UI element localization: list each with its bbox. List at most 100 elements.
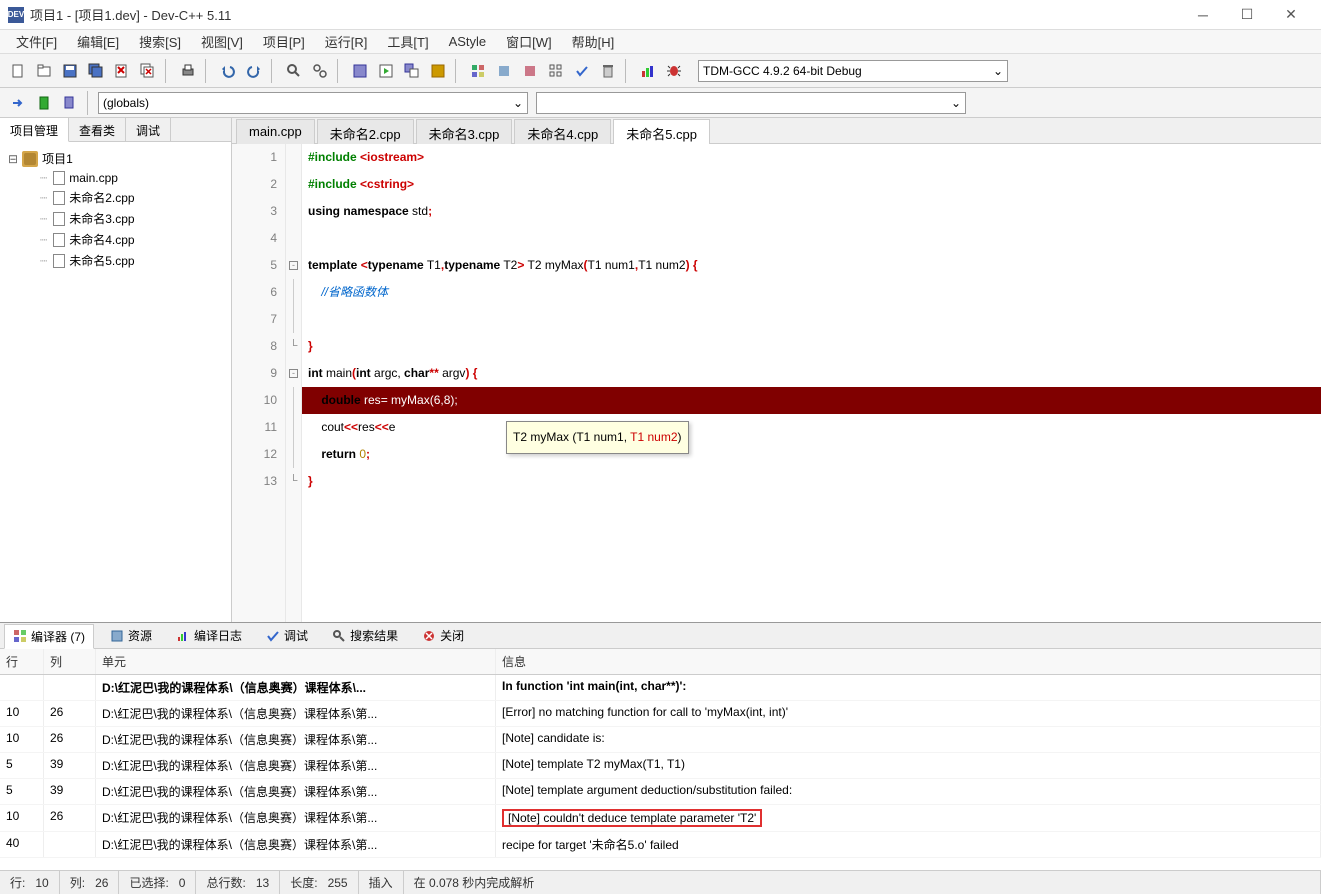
tab-debug[interactable]: 调试 xyxy=(126,118,171,141)
run-button[interactable] xyxy=(374,59,398,83)
check-button[interactable] xyxy=(570,59,594,83)
project-tree: ⊟ 项目1 ┈main.cpp ┈未命名2.cpp ┈未命名3.cpp ┈未命名… xyxy=(0,142,231,277)
chevron-down-icon: ⌄ xyxy=(513,96,523,110)
tab-debug-panel[interactable]: 调试 xyxy=(258,624,316,647)
compile-run-button[interactable] xyxy=(400,59,424,83)
file-icon xyxy=(53,212,65,226)
replace-button[interactable] xyxy=(308,59,332,83)
message-row[interactable]: 539D:\红泥巴\我的课程体系\（信息奥赛）课程体系\第...[Note] t… xyxy=(0,753,1321,779)
menu-window[interactable]: 窗口[W] xyxy=(496,29,562,54)
status-length: 长度: 255 xyxy=(280,871,358,894)
grid-button[interactable] xyxy=(544,59,568,83)
status-parse: 在 0.078 秒内完成解析 xyxy=(404,871,1321,894)
rebuild-button[interactable] xyxy=(426,59,450,83)
menu-project[interactable]: 项目[P] xyxy=(253,29,315,54)
save-button[interactable] xyxy=(58,59,82,83)
status-line: 行: 10 xyxy=(0,871,60,894)
debug-button[interactable] xyxy=(466,59,490,83)
close-file-button[interactable] xyxy=(110,59,134,83)
tree-file[interactable]: ┈未命名3.cpp xyxy=(4,208,227,229)
file-icon xyxy=(53,233,65,247)
tab-search-results[interactable]: 搜索结果 xyxy=(324,624,406,647)
print-button[interactable] xyxy=(176,59,200,83)
tree-file[interactable]: ┈未命名2.cpp xyxy=(4,187,227,208)
message-row[interactable]: 40D:\红泥巴\我的课程体系\（信息奥赛）课程体系\第...recipe fo… xyxy=(0,832,1321,858)
member-select[interactable]: ⌄ xyxy=(536,92,966,114)
file-tab[interactable]: 未命名2.cpp xyxy=(317,119,414,144)
line-gutter: 1234 5678 910✖ 111213 xyxy=(232,144,286,622)
message-row[interactable]: 1026D:\红泥巴\我的课程体系\（信息奥赛）课程体系\第...[Error]… xyxy=(0,701,1321,727)
code-content[interactable]: #include <iostream> #include <cstring> u… xyxy=(302,144,1321,622)
status-total-lines: 总行数: 13 xyxy=(196,871,280,894)
scope-select-value: (globals) xyxy=(103,96,149,110)
main-area: 项目管理 查看类 调试 ⊟ 项目1 ┈main.cpp ┈未命名2.cpp ┈未… xyxy=(0,118,1321,622)
new-project-button[interactable] xyxy=(32,59,56,83)
toolbar-main: TDM-GCC 4.9.2 64-bit Debug ⌄ xyxy=(0,54,1321,88)
compile-button[interactable] xyxy=(348,59,372,83)
tab-project-manager[interactable]: 项目管理 xyxy=(0,118,69,142)
param-tooltip: T2 myMax (T1 num1, T1 num2) xyxy=(506,421,689,454)
window-title: 项目1 - [项目1.dev] - Dev-C++ 5.11 xyxy=(30,5,1181,24)
message-row[interactable]: D:\红泥巴\我的课程体系\（信息奥赛）课程体系\...In function … xyxy=(0,675,1321,701)
redo-button[interactable] xyxy=(242,59,266,83)
menu-tools[interactable]: 工具[T] xyxy=(377,29,438,54)
tab-class-browser[interactable]: 查看类 xyxy=(69,118,126,141)
tab-resources[interactable]: 资源 xyxy=(102,624,160,647)
bookmark-button[interactable] xyxy=(32,91,56,115)
menu-help[interactable]: 帮助[H] xyxy=(562,29,625,54)
toolbar-scope: (globals) ⌄ ⌄ xyxy=(0,88,1321,118)
stop-debug-button[interactable] xyxy=(492,59,516,83)
status-col: 列: 26 xyxy=(60,871,120,894)
compiler-select[interactable]: TDM-GCC 4.9.2 64-bit Debug ⌄ xyxy=(698,60,1008,82)
profile-button[interactable] xyxy=(518,59,542,83)
file-tab[interactable]: 未命名3.cpp xyxy=(416,119,513,144)
bug-button[interactable] xyxy=(662,59,686,83)
tab-compiler[interactable]: 编译器 (7) xyxy=(4,624,94,649)
tab-close[interactable]: 关闭 xyxy=(414,624,472,647)
tree-file[interactable]: ┈未命名4.cpp xyxy=(4,229,227,250)
maximize-button[interactable]: ☐ xyxy=(1225,0,1269,30)
compiler-select-value: TDM-GCC 4.9.2 64-bit Debug xyxy=(703,64,862,78)
menu-edit[interactable]: 编辑[E] xyxy=(67,29,129,54)
menu-search[interactable]: 搜索[S] xyxy=(129,29,191,54)
file-tab-active[interactable]: 未命名5.cpp xyxy=(613,119,710,144)
message-row[interactable]: 1026D:\红泥巴\我的课程体系\（信息奥赛）课程体系\第...[Note] … xyxy=(0,727,1321,753)
bottom-tabs: 编译器 (7) 资源 编译日志 调试 搜索结果 关闭 xyxy=(0,623,1321,649)
chart-button[interactable] xyxy=(636,59,660,83)
code-editor[interactable]: 1234 5678 910✖ 111213 - └ - └ #include <… xyxy=(232,144,1321,622)
close-button[interactable]: ✕ xyxy=(1269,0,1313,30)
titlebar: DEV 项目1 - [项目1.dev] - Dev-C++ 5.11 ─ ☐ ✕ xyxy=(0,0,1321,30)
project-root[interactable]: ⊟ 项目1 xyxy=(4,148,227,169)
goto-button[interactable] xyxy=(6,91,30,115)
compiler-messages: 行 列 单元 信息 D:\红泥巴\我的课程体系\（信息奥赛）课程体系\...In… xyxy=(0,649,1321,870)
message-row[interactable]: 539D:\红泥巴\我的课程体系\（信息奥赛）课程体系\第...[Note] t… xyxy=(0,779,1321,805)
file-tabs: main.cpp 未命名2.cpp 未命名3.cpp 未命名4.cpp 未命名5… xyxy=(232,118,1321,144)
find-button[interactable] xyxy=(282,59,306,83)
project-icon xyxy=(22,151,38,167)
scope-select[interactable]: (globals) ⌄ xyxy=(98,92,528,114)
clean-button[interactable] xyxy=(596,59,620,83)
tab-compile-log[interactable]: 编译日志 xyxy=(168,624,250,647)
chevron-down-icon: ⌄ xyxy=(951,96,961,110)
new-file-button[interactable] xyxy=(6,59,30,83)
menu-view[interactable]: 视图[V] xyxy=(191,29,253,54)
file-tab[interactable]: 未命名4.cpp xyxy=(514,119,611,144)
save-all-button[interactable] xyxy=(84,59,108,83)
close-all-button[interactable] xyxy=(136,59,160,83)
undo-button[interactable] xyxy=(216,59,240,83)
editor-area: main.cpp 未命名2.cpp 未命名3.cpp 未命名4.cpp 未命名5… xyxy=(232,118,1321,622)
file-tab[interactable]: main.cpp xyxy=(236,119,315,144)
menu-file[interactable]: 文件[F] xyxy=(6,29,67,54)
file-icon xyxy=(53,191,65,205)
menu-run[interactable]: 运行[R] xyxy=(315,29,378,54)
tree-file[interactable]: ┈未命名5.cpp xyxy=(4,250,227,271)
bottom-panel: 编译器 (7) 资源 编译日志 调试 搜索结果 关闭 行 列 单元 信息 D:\… xyxy=(0,622,1321,870)
insert-button[interactable] xyxy=(58,91,82,115)
project-name: 项目1 xyxy=(42,150,73,167)
message-row[interactable]: 1026D:\红泥巴\我的课程体系\（信息奥赛）课程体系\第...[Note] … xyxy=(0,805,1321,832)
file-icon xyxy=(53,171,65,185)
menu-astyle[interactable]: AStyle xyxy=(439,31,497,52)
minimize-button[interactable]: ─ xyxy=(1181,0,1225,30)
tree-file[interactable]: ┈main.cpp xyxy=(4,169,227,187)
statusbar: 行: 10 列: 26 已选择: 0 总行数: 13 长度: 255 插入 在 … xyxy=(0,870,1321,894)
